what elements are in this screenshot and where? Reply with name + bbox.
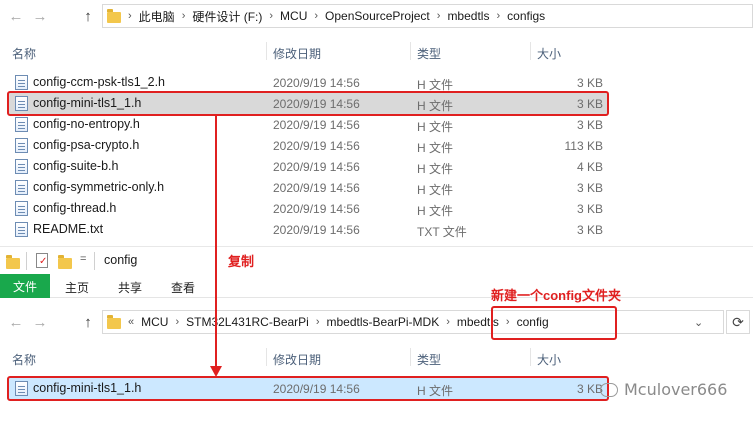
wechat-icon	[600, 382, 618, 397]
watermark-text: Mculover666	[624, 380, 728, 399]
copy-arrow	[210, 116, 222, 377]
watermark: Mculover666	[600, 380, 727, 399]
new-folder-annotation-label: 新建一个config文件夹	[491, 288, 621, 303]
copy-annotation-label: 复制	[228, 254, 255, 269]
